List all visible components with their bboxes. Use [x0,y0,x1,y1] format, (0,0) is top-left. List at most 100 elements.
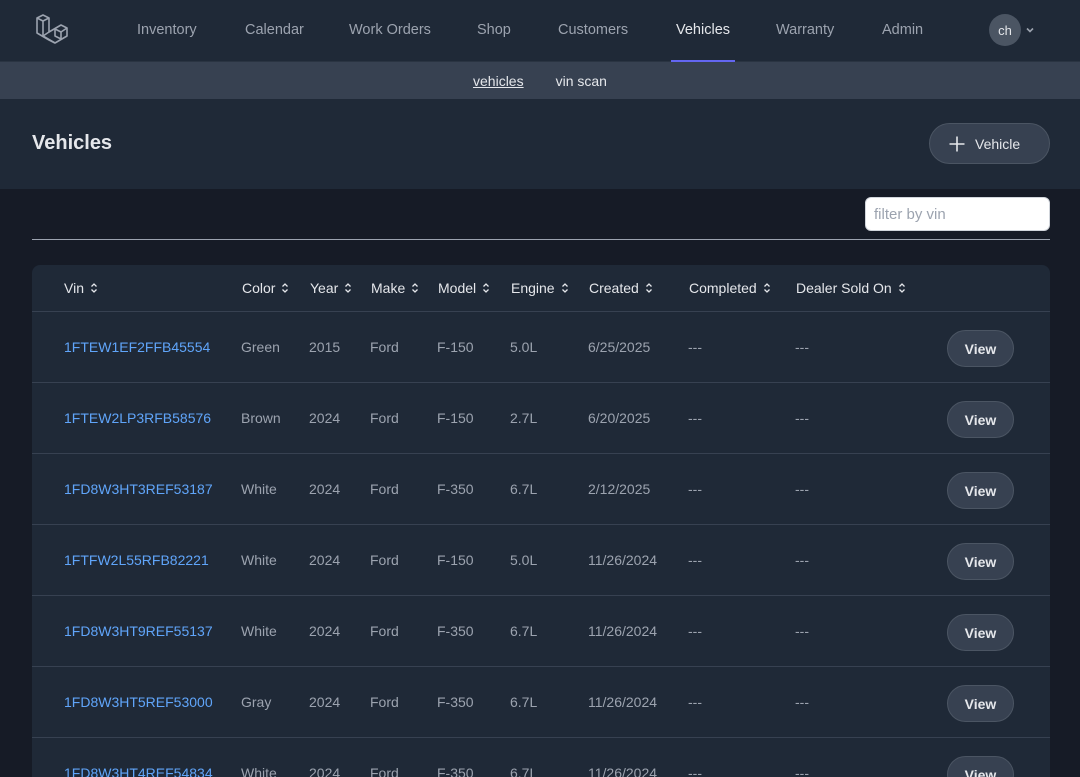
cell-vin[interactable]: 1FD8W3HT3REF53187 [64,481,213,497]
page-title: Vehicles [32,132,113,154]
cell-model: F-350 [437,765,474,777]
sort-icon [412,283,419,293]
subnav-vehicles[interactable]: vehicles [473,73,524,89]
cell-model: F-350 [437,623,474,639]
cell-engine: 5.0L [510,552,538,568]
cell-dealer-sold-on: --- [795,552,809,568]
cell-created: 11/26/2024 [588,552,658,568]
table-row: 1FD8W3HT4REF54834 White 2024 Ford F-350 6.7L 1… [32,738,1050,777]
view-button[interactable]: View [947,401,1014,438]
column-header-color[interactable]: Color [242,280,289,296]
nav-inventory[interactable]: Inventory [137,0,197,62]
sort-icon [282,283,289,293]
sort-icon [91,283,97,293]
sort-icon [645,283,652,293]
avatar[interactable]: ch [989,14,1021,46]
sort-icon [561,283,568,293]
cell-make: Ford [370,623,399,639]
cell-vin[interactable]: 1FTEW2LP3RFB58576 [64,410,211,426]
cell-created: 6/25/2025 [588,339,651,355]
cell-engine: 6.7L [510,623,538,639]
user-menu[interactable]: ch [989,14,1035,46]
cell-completed: --- [688,552,702,568]
cell-completed: --- [688,481,702,497]
cell-engine: 6.7L [510,694,538,710]
cell-vin[interactable]: 1FD8W3HT9REF55137 [64,623,213,639]
cell-completed: --- [688,410,702,426]
view-button[interactable]: View [947,472,1014,509]
nav-calendar[interactable]: Calendar [245,0,304,62]
divider [32,239,1050,240]
column-header-completed[interactable]: Completed [689,280,771,296]
nav-shop[interactable]: Shop [477,0,511,62]
cell-dealer-sold-on: --- [795,623,809,639]
cell-year: 2024 [309,623,341,639]
cell-created: 11/26/2024 [588,694,658,710]
vin-filter-input[interactable] [865,197,1050,231]
chevron-down-icon [1026,27,1034,33]
cell-dealer-sold-on: --- [795,765,809,777]
view-button[interactable]: View [947,543,1014,580]
column-header-dealer-sold-on[interactable]: Dealer Sold On [796,280,906,296]
table-row: 1FTFW2L55RFB82221 White 2024 Ford F-150 5.0L 1… [32,525,1050,596]
cell-make: Ford [370,339,399,355]
cell-created: 11/26/2024 [588,765,658,777]
cell-engine: 6.7L [510,765,538,777]
column-header-model[interactable]: Model [438,280,490,296]
cell-vin[interactable]: 1FTEW1EF2FFB45554 [64,339,210,355]
cell-dealer-sold-on: --- [795,694,809,710]
subnav-vin-scan[interactable]: vin scan [556,73,607,89]
table-row: 1FD8W3HT3REF53187 White 2024 Ford F-350 6.7L 2… [32,454,1050,525]
cell-completed: --- [688,623,702,639]
cell-color: Brown [241,410,281,426]
nav-warranty[interactable]: Warranty [776,0,834,62]
page-header: Vehicles Vehicle [0,99,1080,189]
column-header-year[interactable]: Year [310,280,352,296]
column-header-created[interactable]: Created [589,280,653,296]
view-button[interactable]: View [947,330,1014,367]
cell-year: 2024 [309,765,341,777]
cell-completed: --- [688,694,702,710]
vehicles-table: Vin Color Year Make Model Engine Created… [32,265,1050,777]
app-logo-icon[interactable] [34,12,70,48]
cell-vin[interactable]: 1FD8W3HT4REF54834 [64,765,213,777]
view-button[interactable]: View [947,756,1014,777]
nav-work-orders[interactable]: Work Orders [349,0,431,62]
cell-vin[interactable]: 1FTFW2L55RFB82221 [64,552,209,568]
cell-model: F-350 [437,694,474,710]
cell-created: 2/12/2025 [588,481,651,497]
table-row: 1FD8W3HT5REF53000 Gray 2024 Ford F-350 6.7L 11… [32,667,1050,738]
cell-engine: 5.0L [510,339,538,355]
cell-dealer-sold-on: --- [795,339,809,355]
add-vehicle-button[interactable]: Vehicle [929,123,1050,164]
view-button[interactable]: View [947,685,1014,722]
cell-vin[interactable]: 1FD8W3HT5REF53000 [64,694,213,710]
nav-vehicles[interactable]: Vehicles [670,0,736,62]
cell-year: 2024 [309,481,341,497]
cell-engine: 6.7L [510,481,538,497]
cell-make: Ford [370,765,399,777]
column-header-engine[interactable]: Engine [511,280,569,296]
cell-created: 6/20/2025 [588,410,651,426]
column-header-vin[interactable]: Vin [64,280,98,296]
nav-customers[interactable]: Customers [558,0,628,62]
nav-admin[interactable]: Admin [882,0,923,62]
cell-model: F-150 [437,552,474,568]
cell-year: 2024 [309,410,341,426]
cell-dealer-sold-on: --- [795,481,809,497]
cell-color: Green [241,339,280,355]
cell-color: White [241,765,277,777]
cell-make: Ford [370,481,399,497]
cell-created: 11/26/2024 [588,623,658,639]
add-vehicle-label: Vehicle [975,135,1021,152]
sort-icon [898,283,905,293]
cell-year: 2024 [309,694,341,710]
cell-engine: 2.7L [510,410,538,426]
view-button[interactable]: View [947,614,1014,651]
cell-completed: --- [688,339,702,355]
column-header-make[interactable]: Make [371,280,419,296]
cell-color: White [241,552,277,568]
cell-completed: --- [688,765,702,777]
sort-icon [483,283,490,293]
cell-model: F-150 [437,339,474,355]
